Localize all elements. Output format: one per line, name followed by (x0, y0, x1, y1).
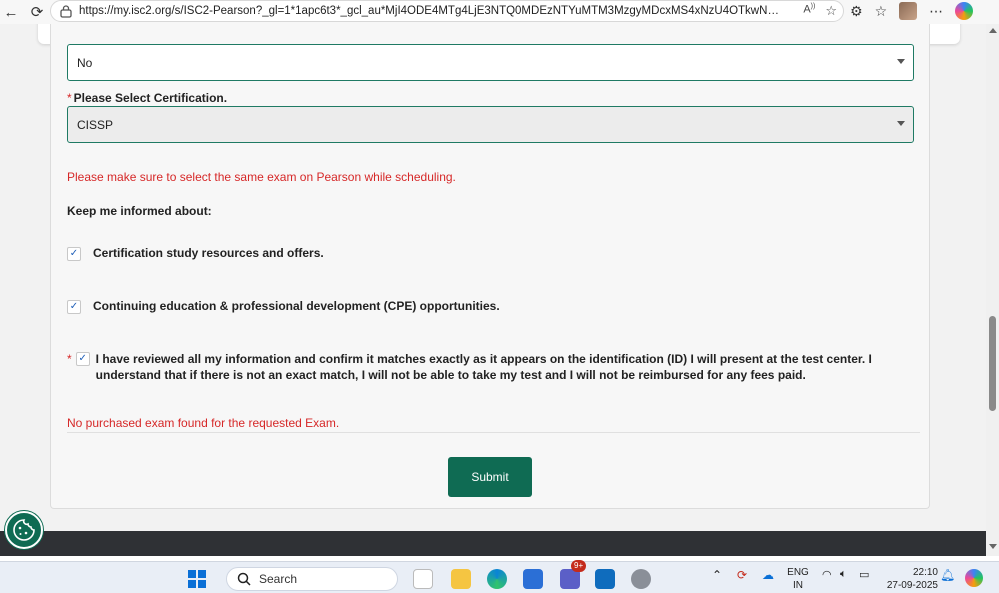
cpe-label: Continuing education & professional deve… (93, 299, 500, 313)
certification-dropdown[interactable]: CISSP (67, 106, 914, 143)
store-icon[interactable] (523, 569, 543, 589)
search-icon (237, 572, 251, 586)
page-scrollbar[interactable] (986, 24, 999, 556)
outlook-icon[interactable] (595, 569, 615, 589)
notification-badge: 9+ (571, 560, 587, 572)
settings-gear-icon[interactable] (631, 569, 651, 589)
checkbox-checked[interactable]: ✓ (75, 352, 90, 366)
more-menu-icon[interactable]: ⋯ (929, 3, 943, 20)
page-footer (0, 531, 986, 556)
scroll-down-icon[interactable] (989, 544, 997, 549)
favorite-star-icon[interactable]: ☆ (825, 3, 837, 19)
copilot-taskbar-icon[interactable] (965, 569, 983, 587)
windows-taskbar: Search 9+ ⌃ ⟳ ☁ ENG IN ◠ 🔈︎ ▭ 22:10 27-0… (0, 560, 999, 593)
read-aloud-icon[interactable]: A)) (803, 3, 815, 19)
certification-label: * Please Select Certification. (67, 91, 228, 105)
battery-icon[interactable]: ▭ (859, 568, 869, 581)
divider (67, 432, 920, 433)
volume-icon[interactable]: 🔈︎ (840, 568, 847, 581)
windows-start-icon[interactable] (188, 570, 206, 588)
taskbar-search[interactable]: Search (226, 567, 398, 591)
file-explorer-icon[interactable] (451, 569, 471, 589)
certification-value: CISSP (77, 117, 114, 132)
page-content: No * Please Select Certification. CISSP P… (0, 24, 986, 556)
exam-form: No * Please Select Certification. CISSP P… (50, 24, 930, 509)
cookie-settings-button[interactable] (5, 511, 43, 549)
id-agreement-text: I have reviewed all my information and c… (95, 352, 872, 382)
prev-dropdown[interactable]: No (67, 44, 914, 81)
study-resources-label: Certification study resources and offers… (93, 246, 324, 260)
notification-bell-icon[interactable]: 🔔︎ (940, 568, 955, 582)
scroll-up-icon[interactable] (989, 28, 997, 33)
lock-icon (60, 5, 72, 18)
task-view-icon[interactable] (413, 569, 433, 589)
submit-button[interactable]: Submit (448, 457, 532, 497)
cookie-icon (13, 519, 35, 541)
required-asterisk: * (67, 91, 72, 105)
language-indicator[interactable]: ENG IN (786, 566, 810, 592)
refresh-icon[interactable]: ⟳ (26, 1, 48, 23)
profile-avatar[interactable] (899, 2, 918, 20)
wifi-icon[interactable]: ◠ (822, 568, 832, 581)
onedrive-icon[interactable]: ☁ (762, 568, 774, 582)
required-asterisk: * (67, 352, 72, 366)
back-icon[interactable]: ← (0, 1, 22, 23)
system-clock[interactable]: 22:10 27-09-2025 (880, 566, 938, 592)
favorites-bar-icon[interactable]: ☆ (875, 3, 888, 20)
prev-dropdown-value: No (77, 55, 93, 70)
copilot-icon[interactable] (955, 2, 974, 20)
scroll-thumb[interactable] (989, 316, 996, 411)
pearson-warning: Please make sure to select the same exam… (67, 170, 456, 184)
study-resources-option[interactable]: ✓ Certification study resources and offe… (67, 246, 324, 261)
teams-icon[interactable] (560, 569, 580, 589)
checkbox-checked[interactable]: ✓ (67, 300, 81, 314)
keep-informed-heading: Keep me informed about: (67, 204, 212, 218)
address-bar[interactable]: https://my.isc2.org/s/ISC2-Pearson?_gl=1… (50, 0, 844, 22)
cpe-option[interactable]: ✓ Continuing education & professional de… (67, 299, 500, 314)
edge-icon[interactable] (487, 569, 507, 589)
chevron-down-icon (897, 59, 905, 64)
url-text: https://my.isc2.org/s/ISC2-Pearson?_gl=1… (79, 5, 779, 17)
sync-icon[interactable]: ⟳ (737, 568, 747, 582)
chevron-down-icon (897, 121, 905, 126)
extensions-icon[interactable]: ⚙ (850, 3, 863, 20)
id-agreement-option[interactable]: * ✓ I have reviewed all my information a… (67, 351, 897, 383)
checkbox-checked[interactable]: ✓ (67, 247, 81, 261)
exam-error-message: No purchased exam found for the requeste… (67, 416, 340, 430)
chevron-up-icon[interactable]: ⌃ (712, 568, 722, 582)
browser-toolbar: ← ⟳ https://my.isc2.org/s/ISC2-Pearson?_… (0, 0, 999, 24)
search-label: Search (259, 572, 298, 586)
